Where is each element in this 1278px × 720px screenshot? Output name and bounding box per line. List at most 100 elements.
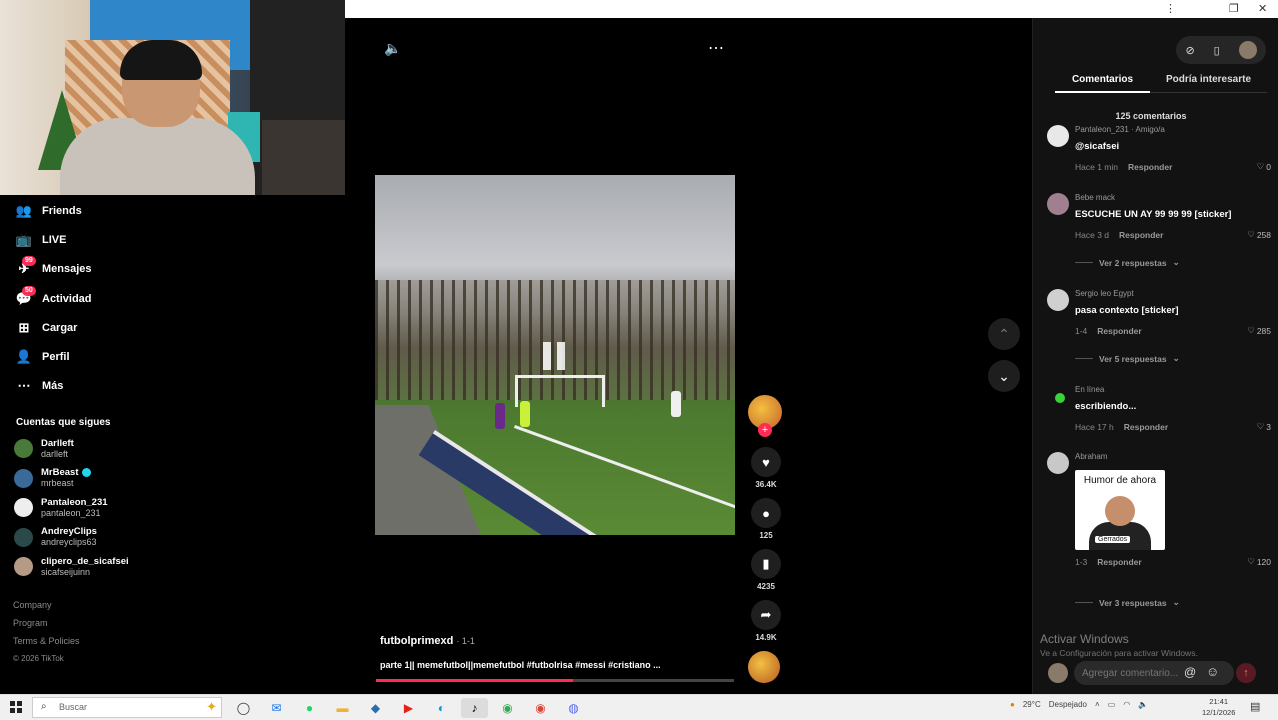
more-options-icon[interactable]: ⋯ [708,38,725,58]
file-explorer-icon[interactable]: ▬ [329,698,356,718]
battery-icon[interactable]: ▭ [1108,700,1116,709]
avatar[interactable] [1047,193,1069,215]
following-account-andreyclips[interactable]: AndreyClips andreyclips63 [14,523,129,553]
reply-button[interactable]: Responder [1124,422,1168,432]
previous-video-button[interactable]: ⌃ [988,318,1020,350]
send-icon[interactable]: ↑ [1236,663,1256,683]
tiktok-icon[interactable]: ♪ [461,698,488,718]
volume-icon[interactable]: 🔈 [1138,700,1148,709]
comment-user[interactable]: Pantaleon_231 · Amigo/a [1075,125,1271,137]
like-button[interactable]: ♥ 36.4K [748,447,784,492]
sidebar-item-upload[interactable]: ⊞ Cargar [14,313,344,342]
edge-icon[interactable]: ◐ [428,698,455,718]
comment-user[interactable]: En línea [1075,385,1271,397]
chrome-icon-2[interactable]: ◉ [527,698,554,718]
share-button[interactable]: ➦ 14.9K [748,600,784,645]
mention-icon[interactable]: @ [1184,665,1196,679]
taskbar-search-placeholder: Buscar [59,702,88,712]
comment-user[interactable]: Bebe mack [1075,193,1271,205]
comment-user[interactable]: Abraham [1075,452,1271,464]
avatar [14,527,33,547]
reply-button[interactable]: Responder [1097,326,1141,336]
video-progress-bar[interactable] [376,679,734,682]
following-account-clipero[interactable]: clipero_de_sicafsei sicafseijuinn [14,552,129,582]
chevron-down-icon: ⌄ [1172,257,1180,267]
comment-time: 1-4 [1075,325,1088,336]
emoji-icon[interactable]: ☺ [1206,664,1219,679]
account-name: Darlleft [41,437,74,449]
view-replies-label: Ver 2 respuestas [1099,257,1167,268]
music-disc-icon[interactable] [748,651,780,683]
following-account-darlleft[interactable]: Darlleft darlleft [14,434,129,464]
video-player[interactable] [375,175,735,535]
view-replies-button[interactable]: Ver 3 respuestas ⌄ [1075,597,1180,608]
view-replies-button[interactable]: Ver 5 respuestas ⌄ [1075,353,1180,364]
comment-like-button[interactable]: ♡ 3 [1257,421,1271,432]
sidebar-item-messages[interactable]: ✈ 99 Mensajes [14,255,344,284]
chevron-up-icon[interactable]: ˄ [1095,700,1100,709]
comment-button[interactable]: ● 125 [748,498,784,543]
avatar[interactable] [1047,385,1069,407]
user-avatar[interactable] [1238,41,1257,59]
whatsapp-icon[interactable]: ● [296,698,323,718]
volume-icon[interactable]: 🔈 [384,40,404,58]
footer-link-terms[interactable]: Terms & Policies [13,636,80,654]
link-icon[interactable]: ⊘ [1185,44,1194,57]
footer-link-company[interactable]: Company [13,600,80,618]
sidebar-item-label: Friends [42,204,82,217]
pause-icon[interactable] [543,342,567,370]
sidebar-item-friends[interactable]: 👥 Friends [14,196,344,225]
mail-icon[interactable]: ✉ [263,698,290,718]
creator-avatar[interactable]: + [748,395,782,437]
sidebar-item-activity[interactable]: 💬 50 Actividad [14,284,344,313]
weather-temp[interactable]: 29°C [1023,700,1041,709]
footer-link-program[interactable]: Program [13,618,80,636]
reply-button[interactable]: Responder [1097,557,1141,567]
meme-sticker-image[interactable]: Humor de ahora Gerrados [1075,470,1165,550]
wifi-icon[interactable]: ◠ [1123,700,1130,709]
taskbar-clock[interactable]: 21:41 12/1/2026 [1202,696,1235,718]
view-replies-button[interactable]: Ver 2 respuestas ⌄ [1075,257,1180,268]
weather-desc[interactable]: Despejado [1049,700,1087,709]
meme-caption: Humor de ahora [1083,475,1157,486]
window-menu-icon[interactable]: ⋮ [1165,2,1176,15]
save-button[interactable]: ▮ 4235 [748,549,784,594]
avatar[interactable] [1047,452,1069,474]
reply-button[interactable]: Responder [1128,162,1172,172]
comment-like-button[interactable]: ♡ 120 [1247,556,1271,567]
tab-comments[interactable]: Comentarios [1055,74,1150,93]
sidebar-item-profile[interactable]: 👤 Perfil [14,342,344,371]
task-view-icon[interactable]: ◯ [230,698,257,718]
author-name[interactable]: futbolprimexd [380,635,453,647]
sidebar-item-more[interactable]: ⋯ Más [14,372,344,401]
tab-suggested[interactable]: Podría interesarte [1150,74,1267,93]
comment-like-button[interactable]: ♡ 0 [1257,161,1271,172]
avatar[interactable] [1047,289,1069,311]
app-icon[interactable]: ◆ [362,698,389,718]
chrome-icon[interactable]: ◉ [494,698,521,718]
reply-button[interactable]: Responder [1119,230,1163,240]
following-account-pantaleon[interactable]: Pantaleon_231 pantaleon_231 [14,493,129,523]
window-restore-icon[interactable]: ❐ [1229,2,1239,15]
discord-icon[interactable]: ◍ [560,698,587,718]
comment-user[interactable]: Sergio leo Egypt [1075,289,1271,301]
next-video-button[interactable]: ⌄ [988,360,1020,392]
following-account-mrbeast[interactable]: MrBeast mrbeast [14,464,129,494]
heart-outline-icon: ♡ [1256,161,1265,171]
sidebar-item-live[interactable]: 📺 LIVE [14,225,344,254]
heart-outline-icon: ♡ [1247,556,1255,566]
comment-like-button[interactable]: ♡ 285 [1247,325,1271,336]
taskbar-search-box[interactable]: ⌕ Buscar ✦ [32,697,222,718]
window-close-icon[interactable]: ✕ [1258,2,1267,15]
video-author[interactable]: futbolprimexd · 1-1 [380,635,475,647]
webcam-desk [262,120,345,195]
comment-like-button[interactable]: ♡ 258 [1247,229,1271,240]
windows-start-icon[interactable] [10,701,22,713]
device-icon[interactable]: ▯ [1214,44,1220,57]
youtube-icon[interactable]: ▶ [395,698,422,718]
avatar[interactable] [1047,125,1069,147]
notifications-icon[interactable]: ▤ [1250,700,1260,713]
verified-badge-icon [81,468,91,478]
follow-plus-icon[interactable]: + [758,423,772,437]
sidebar-item-label: Actividad [42,292,92,305]
